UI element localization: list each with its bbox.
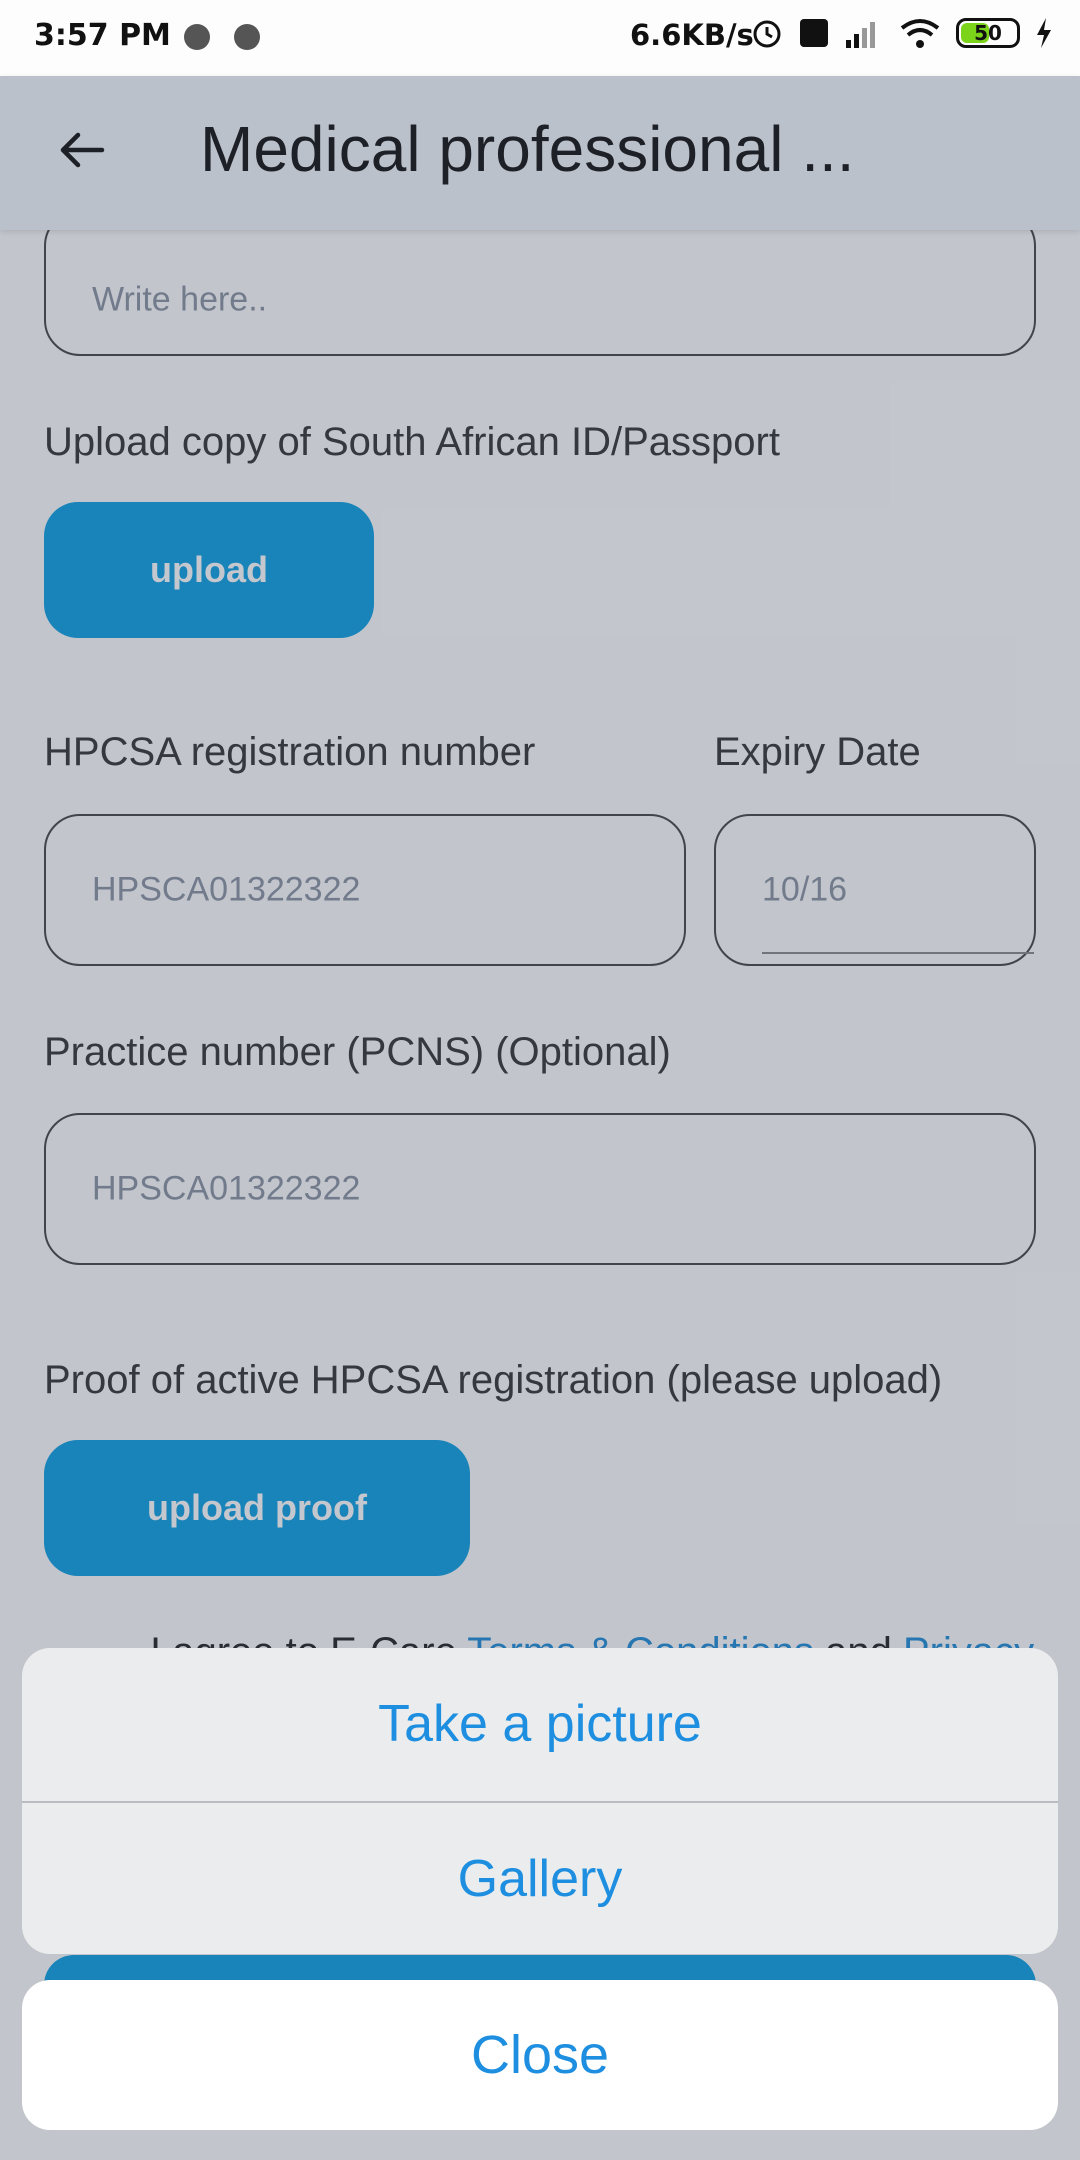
close-button[interactable]: Close: [22, 1980, 1058, 2130]
battery-level: 50: [974, 21, 1002, 45]
status-bar: 3:57 PM 6.6KB/s 50: [0, 0, 1080, 76]
action-sheet: Take a picture Gallery: [22, 1648, 1058, 1954]
status-time: 3:57 PM: [34, 18, 171, 53]
notification-dot-icon: [184, 24, 210, 50]
take-picture-option[interactable]: Take a picture: [22, 1648, 1058, 1800]
signal-icon: [846, 22, 875, 48]
gallery-option[interactable]: Gallery: [22, 1803, 1058, 1954]
alarm-icon: [753, 20, 781, 48]
wifi-icon: [900, 19, 940, 48]
charging-icon: [1037, 18, 1051, 48]
network-speed: 6.6KB/s: [630, 18, 754, 52]
status-icons: 50: [750, 16, 1054, 50]
volte-icon: [800, 19, 828, 47]
notification-dot-icon: [234, 24, 260, 50]
battery-icon: 50: [956, 18, 1020, 48]
